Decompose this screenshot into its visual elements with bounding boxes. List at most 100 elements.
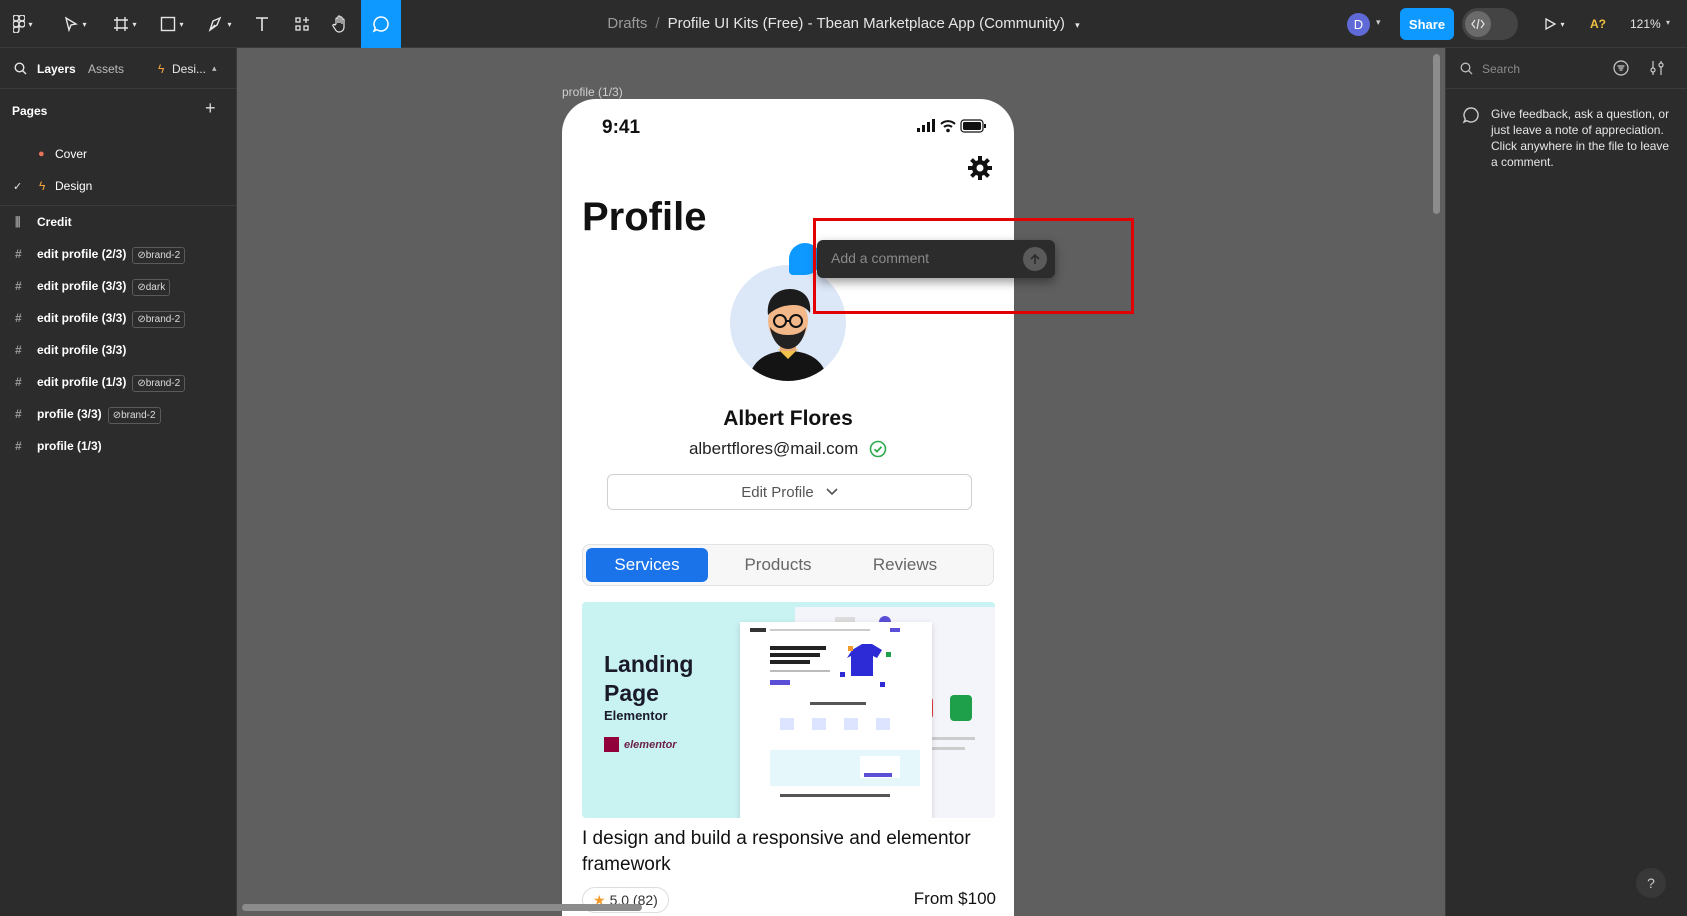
layer-item[interactable]: # edit profile (3/3) ⊘ dark (0, 272, 237, 300)
divider (0, 205, 237, 206)
share-button[interactable]: Share (1400, 8, 1454, 40)
frame-label[interactable]: profile (1/3) (562, 85, 623, 99)
page-title: Profile (582, 195, 707, 239)
thumbnail-title: Landing Page (604, 650, 693, 708)
frame-icon: # (15, 439, 22, 453)
user-avatar[interactable]: D (1347, 13, 1370, 36)
badge-label: brand-2 (145, 314, 181, 325)
frame-icon: # (15, 247, 22, 261)
service-price: From $100 (913, 889, 996, 908)
highlight-annotation-box (813, 218, 1134, 314)
divider (1446, 88, 1687, 89)
file-title[interactable]: Profile UI Kits (Free) - Tbean Marketpla… (668, 15, 1065, 32)
comment-bubble-icon (1462, 107, 1479, 124)
user-email: albertflores@mail.com (688, 439, 859, 458)
service-description: I design and build a responsive and elem… (582, 828, 971, 875)
search-icon[interactable] (14, 62, 27, 75)
play-icon (1545, 17, 1557, 31)
variable-mode-badge[interactable]: ⊘ brand-2 (107, 407, 161, 424)
layer-item[interactable]: # edit profile (1/3) ⊘ brand-2 (0, 368, 237, 396)
wifi-icon (940, 120, 956, 133)
variable-mode-badge[interactable]: ⊘ brand-2 (132, 375, 186, 392)
layer-item[interactable]: # edit profile (2/3) ⊘ brand-2 (0, 240, 237, 268)
design-canvas[interactable]: profile (1/3) 9:41 Profile Albert Flores… (237, 48, 1445, 916)
tab-assets[interactable]: Assets (88, 62, 124, 76)
signal-icon (917, 119, 935, 132)
layer-label: edit profile (1/3) (37, 375, 127, 389)
present-button[interactable]: ▾ (1537, 6, 1571, 42)
horizontal-scrollbar[interactable] (242, 904, 642, 911)
thumbnail-subtitle: Elementor (604, 708, 668, 723)
frame-icon: # (15, 311, 22, 325)
code-icon (1465, 11, 1491, 37)
tab-services[interactable]: Services (586, 548, 708, 582)
thumbnail-title-line: Page (604, 680, 659, 706)
thumbnail-title-line: Landing (604, 651, 694, 677)
layer-item[interactable]: # profile (1/3) (0, 432, 237, 460)
layer-label: edit profile (2/3) (37, 247, 127, 261)
top-toolbar: ▾ ▾ ▾ ▾ ▾ Drafts / Profile UI Kits (Free… (0, 0, 1687, 48)
comments-panel: Search Give feedback, ask a question, or… (1445, 48, 1687, 916)
badge-label: brand-2 (121, 410, 156, 421)
variable-mode-badge[interactable]: ⊘ dark (132, 279, 171, 296)
comments-search-input[interactable]: Search (1482, 62, 1520, 76)
frame-icon: # (15, 343, 22, 357)
left-panel: Layers Assets ϟ Desi... ▴ Pages + ● Cove… (0, 48, 237, 916)
variable-mode-badge[interactable]: ⊘ brand-2 (132, 311, 186, 328)
breadcrumb-separator: / (655, 15, 660, 32)
page-label: Cover (55, 147, 88, 161)
elementor-logo-icon (604, 737, 619, 752)
page-item-cover[interactable]: ● Cover (0, 141, 237, 167)
page-label: Design (55, 179, 93, 193)
layer-item[interactable]: # edit profile (3/3) ⊘ brand-2 (0, 304, 237, 332)
badge-label: brand-2 (145, 250, 181, 261)
service-thumbnail[interactable]: Landing Page Elementor elementor (582, 602, 995, 818)
layer-item[interactable]: # edit profile (3/3) (0, 336, 237, 364)
layer-label: profile (1/3) (37, 439, 102, 453)
tab-products[interactable]: Products (713, 548, 843, 582)
comments-empty-note: Give feedback, ask a question, or just l… (1491, 107, 1670, 169)
tab-design-page[interactable]: Desi... (172, 62, 206, 76)
check-icon: ✓ (13, 180, 23, 193)
layer-item[interactable]: ⫼ Credit (0, 208, 237, 236)
tab-layers[interactable]: Layers (37, 62, 76, 76)
status-icons (917, 119, 987, 138)
chevron-down-icon[interactable]: ▾ (1376, 17, 1381, 28)
battery-icon (960, 119, 986, 133)
add-page-icon[interactable]: + (205, 98, 216, 119)
chevron-down-icon[interactable]: ▾ (1666, 18, 1670, 27)
logo-text: elementor (624, 738, 677, 751)
breadcrumb-drafts[interactable]: Drafts (607, 15, 647, 32)
layer-label: edit profile (3/3) (37, 311, 127, 325)
user-name: Albert Flores (723, 407, 853, 430)
palette-icon: ● (38, 148, 45, 160)
frame-icon: # (15, 279, 22, 293)
status-time: 9:41 (602, 117, 641, 138)
lightning-icon: ϟ (158, 62, 165, 76)
settings-sliders-icon[interactable] (1650, 60, 1664, 76)
chevron-up-icon[interactable]: ▴ (212, 63, 217, 74)
help-button[interactable]: ? (1636, 868, 1666, 898)
search-icon (1460, 62, 1473, 75)
page-item-design[interactable]: ✓ ϟ Design (0, 173, 237, 199)
tab-reviews[interactable]: Reviews (840, 548, 970, 582)
layer-label: profile (3/3) (37, 407, 102, 421)
profile-tabs: Services Products Reviews (582, 544, 994, 586)
chevron-down-icon[interactable]: ▾ (1075, 20, 1080, 30)
pages-heading: Pages (12, 104, 48, 118)
edit-profile-label: Edit Profile (741, 483, 814, 501)
settings-gear-icon[interactable] (967, 155, 993, 181)
badge-label: brand-2 (145, 378, 181, 389)
frame-icon: # (15, 375, 22, 389)
layer-item[interactable]: # profile (3/3) ⊘ brand-2 (0, 400, 237, 428)
edit-profile-button[interactable]: Edit Profile (607, 474, 972, 510)
zoom-level[interactable]: 121% (1630, 17, 1661, 31)
layer-label: edit profile (3/3) (37, 343, 127, 357)
filter-icon[interactable] (1613, 60, 1629, 76)
frame-icon: # (15, 407, 22, 421)
ai-badge[interactable]: A? (1590, 17, 1606, 31)
dev-mode-toggle[interactable] (1462, 8, 1518, 40)
verified-check-icon (869, 440, 887, 458)
vertical-scrollbar[interactable] (1433, 54, 1440, 214)
variable-mode-badge[interactable]: ⊘ brand-2 (132, 247, 186, 264)
